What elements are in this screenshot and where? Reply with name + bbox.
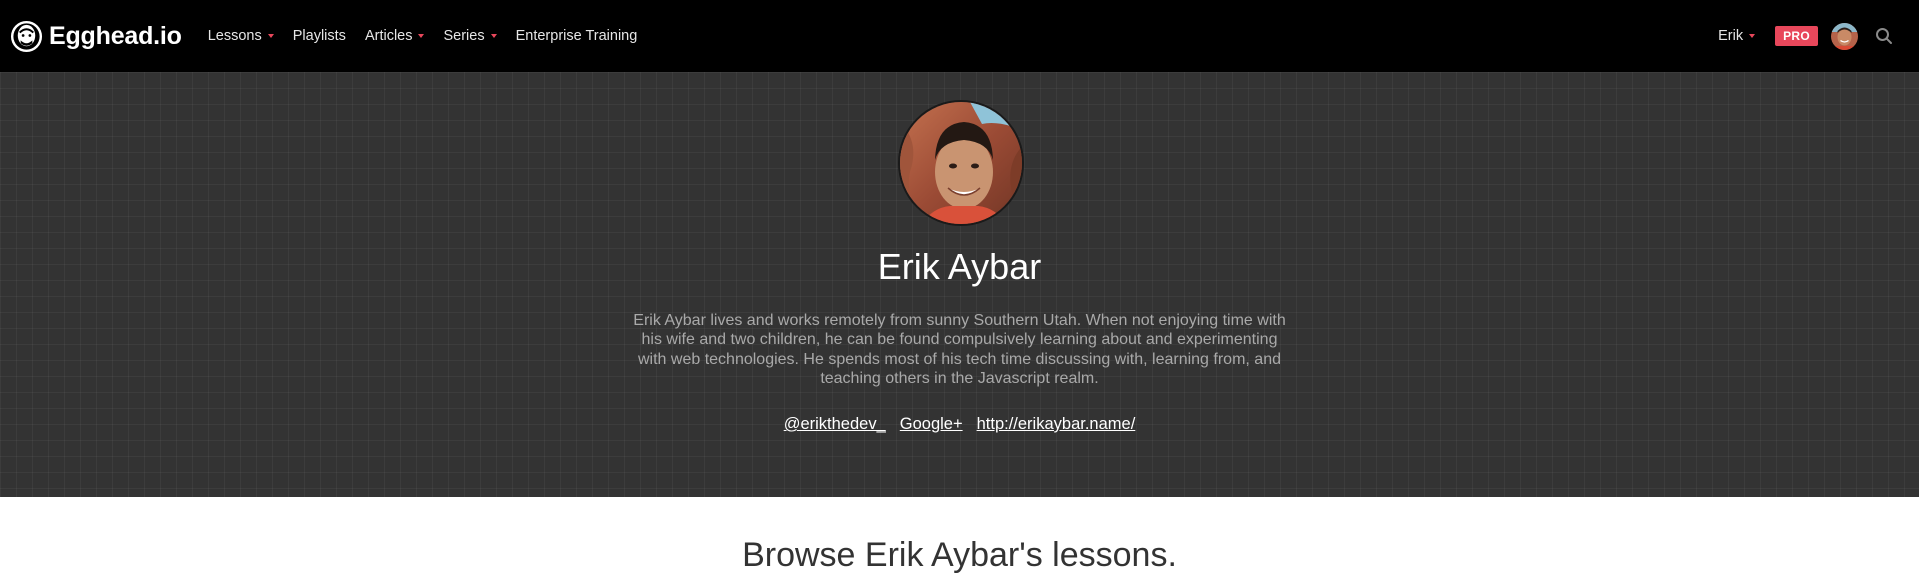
user-name: Erik xyxy=(1718,28,1744,44)
profile-photo-image xyxy=(900,102,1022,224)
pro-badge[interactable]: PRO xyxy=(1775,26,1818,46)
nav-item-series[interactable]: Series xyxy=(443,28,497,44)
user-menu[interactable]: Erik xyxy=(1718,28,1756,44)
egghead-logo-icon xyxy=(10,20,43,52)
nav-item-label: Lessons xyxy=(207,28,262,44)
twitter-link[interactable]: @erikthedev_ xyxy=(784,415,886,434)
profile-photo xyxy=(898,100,1024,226)
brand-home-link[interactable]: Egghead.io xyxy=(10,20,182,53)
website-link[interactable]: http://erikaybar.name/ xyxy=(977,415,1136,434)
nav-item-articles[interactable]: Articles xyxy=(365,28,425,44)
nav-item-lessons[interactable]: Lessons xyxy=(208,28,274,44)
nav-item-label: Enterprise Training xyxy=(515,28,638,44)
browse-lessons-heading: Browse Erik Aybar's lessons. xyxy=(742,536,1177,574)
nav-item-label: Playlists xyxy=(292,28,346,44)
user-area: Erik PRO xyxy=(1718,0,1919,72)
chevron-down-icon xyxy=(418,34,425,38)
chevron-down-icon xyxy=(490,34,497,38)
main-nav: Lessons Playlists Articles Series Enterp… xyxy=(208,28,657,44)
nav-item-label: Articles xyxy=(364,28,413,44)
top-navigation-bar: Egghead.io Lessons Playlists Articles Se… xyxy=(0,0,1919,72)
chevron-down-icon xyxy=(267,34,274,38)
search-icon[interactable] xyxy=(1874,26,1894,46)
google-plus-link[interactable]: Google+ xyxy=(900,415,963,434)
avatar-image xyxy=(1831,22,1858,50)
profile-bio: Erik Aybar lives and works remotely from… xyxy=(633,312,1286,387)
profile-name: Erik Aybar xyxy=(877,246,1042,287)
nav-item-playlists[interactable]: Playlists xyxy=(293,28,346,44)
nav-item-enterprise-training[interactable]: Enterprise Training xyxy=(516,28,638,44)
profile-links: @erikthedev_ Google+ http://erikaybar.na… xyxy=(0,415,1919,434)
user-avatar[interactable] xyxy=(1831,22,1858,50)
chevron-down-icon xyxy=(1749,34,1756,38)
brand-name: Egghead.io xyxy=(49,21,182,50)
nav-item-label: Series xyxy=(443,28,485,44)
profile-hero: Erik Aybar Erik Aybar lives and works re… xyxy=(0,72,1919,497)
